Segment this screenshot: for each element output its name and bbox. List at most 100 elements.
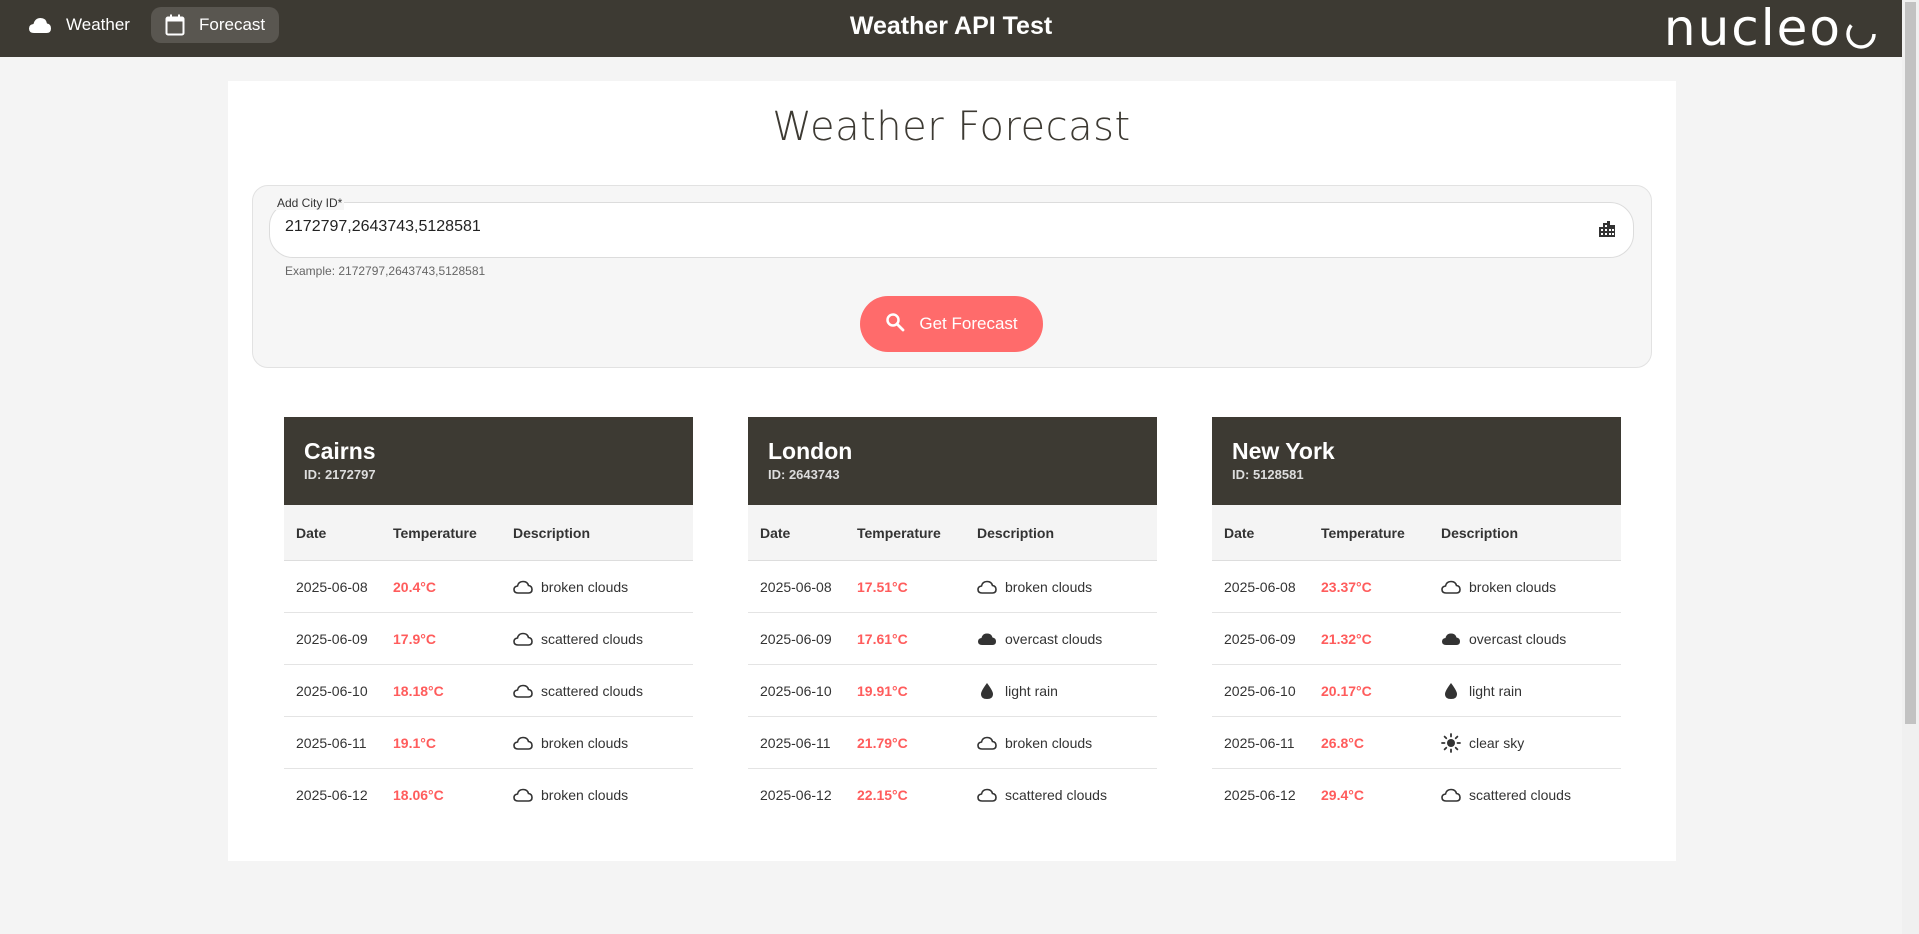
row-description: broken clouds xyxy=(513,733,693,753)
table-row: 2025-06-11 26.8°C clear sky xyxy=(1212,717,1621,769)
row-date: 2025-06-09 xyxy=(296,630,368,647)
table-row: 2025-06-11 19.1°C broken clouds xyxy=(284,717,693,769)
row-description: light rain xyxy=(1441,681,1621,701)
city-header: London ID: 2643743 xyxy=(748,417,1157,505)
row-description: scattered clouds xyxy=(977,785,1157,805)
city-name: New York xyxy=(1232,438,1335,464)
city-id-hint: Example: 2172797,2643743,5128581 xyxy=(285,264,486,278)
city-buildings-icon xyxy=(1598,220,1616,243)
header-date: Date xyxy=(1224,524,1255,541)
row-date: 2025-06-11 xyxy=(760,734,831,751)
cloud-outline-icon xyxy=(513,785,533,805)
description-text: broken clouds xyxy=(1469,578,1557,595)
row-temperature: 29.4°C xyxy=(1321,787,1364,803)
row-description: broken clouds xyxy=(513,577,693,597)
get-forecast-button[interactable]: Get Forecast xyxy=(860,296,1043,352)
city-id-label: Add City ID* xyxy=(275,196,345,210)
app-title: Weather API Test xyxy=(849,12,1053,40)
description-text: scattered clouds xyxy=(541,682,643,699)
description-text: scattered clouds xyxy=(541,630,643,647)
row-temperature: 20.4°C xyxy=(393,578,436,595)
row-temperature: 19.91°C xyxy=(857,682,908,699)
rain-drop-icon xyxy=(977,681,997,701)
cloud-outline-icon xyxy=(977,577,997,597)
row-temperature: 21.32°C xyxy=(1321,630,1372,647)
city-header: Cairns ID: 2172797 xyxy=(284,417,693,505)
header-description: Description xyxy=(513,524,591,541)
nucleo-logo[interactable]: nucleo xyxy=(1664,2,1878,54)
header-date: Date xyxy=(296,524,327,541)
table-row: 2025-06-10 19.91°C light rain xyxy=(748,665,1157,717)
cloud-outline-icon xyxy=(977,733,997,753)
description-text: broken clouds xyxy=(541,578,629,595)
rain-drop-icon xyxy=(1441,681,1461,701)
city-name: London xyxy=(768,438,853,464)
city-header: New York ID: 5128581 xyxy=(1212,417,1621,505)
table-row: 2025-06-09 21.32°C overcast clouds xyxy=(1212,613,1621,665)
search-icon xyxy=(885,312,905,337)
table-row: 2025-06-08 17.51°C broken clouds xyxy=(748,561,1157,613)
city-id-value[interactable]: 2172797,2643743,5128581 xyxy=(285,218,481,236)
row-date: 2025-06-08 xyxy=(296,578,368,595)
table-row: 2025-06-12 22.15°C scattered clouds xyxy=(748,769,1157,821)
table-row: 2025-06-12 18.06°C broken clouds xyxy=(284,769,693,821)
row-description: light rain xyxy=(977,681,1157,701)
city-id: ID: 5128581 xyxy=(1232,467,1304,482)
row-temperature: 23.37°C xyxy=(1321,578,1372,595)
description-text: overcast clouds xyxy=(1469,630,1567,647)
table-row: 2025-06-10 18.18°C scattered clouds xyxy=(284,665,693,717)
table-row: 2025-06-09 17.61°C overcast clouds xyxy=(748,613,1157,665)
row-description: broken clouds xyxy=(977,577,1157,597)
header-temperature: Temperature xyxy=(1321,524,1405,541)
row-date: 2025-06-10 xyxy=(760,682,832,699)
row-temperature: 18.06°C xyxy=(393,787,444,803)
row-date: 2025-06-12 xyxy=(296,787,368,803)
cloud-outline-icon xyxy=(1441,577,1461,597)
city-id: ID: 2643743 xyxy=(768,467,840,482)
row-description: scattered clouds xyxy=(1441,785,1621,805)
sun-icon xyxy=(1441,732,1461,753)
row-date: 2025-06-10 xyxy=(296,682,368,699)
row-temperature: 17.51°C xyxy=(857,578,908,595)
row-description: broken clouds xyxy=(513,785,693,805)
cloud-filled-icon xyxy=(977,629,997,649)
cloud-outline-icon xyxy=(977,785,997,805)
table-row: 2025-06-08 20.4°C broken clouds xyxy=(284,561,693,613)
scrollbar-thumb[interactable] xyxy=(1905,2,1916,724)
description-text: scattered clouds xyxy=(1469,787,1571,803)
description-text: light rain xyxy=(1005,682,1058,699)
logo-text: nucleo xyxy=(1663,0,1842,57)
row-temperature: 20.17°C xyxy=(1321,682,1372,699)
description-text: clear sky xyxy=(1469,734,1525,751)
table-row: 2025-06-10 20.17°C light rain xyxy=(1212,665,1621,717)
cloud-filled-icon xyxy=(1441,629,1461,649)
city-id: ID: 2172797 xyxy=(304,467,376,482)
row-temperature: 17.9°C xyxy=(393,630,436,647)
city-forecast-card: London ID: 2643743 Date Temperature Descript… xyxy=(748,417,1157,821)
table-header: Date Temperature Description xyxy=(748,505,1157,561)
table-header: Date Temperature Description xyxy=(284,505,693,561)
row-date: 2025-06-11 xyxy=(296,734,367,751)
row-description: overcast clouds xyxy=(977,629,1157,649)
description-text: broken clouds xyxy=(1005,734,1093,751)
description-text: broken clouds xyxy=(1005,578,1093,595)
description-text: scattered clouds xyxy=(1005,787,1107,803)
cloud-outline-icon xyxy=(1441,785,1461,805)
row-date: 2025-06-12 xyxy=(1224,787,1296,803)
cloud-outline-icon xyxy=(513,733,533,753)
description-text: overcast clouds xyxy=(1005,630,1103,647)
header-temperature: Temperature xyxy=(857,524,941,541)
table-header: Date Temperature Description xyxy=(1212,505,1621,561)
page-title: Weather Forecast xyxy=(772,104,1131,150)
row-date: 2025-06-09 xyxy=(1224,630,1296,647)
row-description: broken clouds xyxy=(1441,577,1621,597)
cloud-outline-icon xyxy=(513,577,533,597)
city-forecast-card: Cairns ID: 2172797 Date Temperature Descript… xyxy=(284,417,693,821)
row-date: 2025-06-11 xyxy=(1224,734,1295,751)
row-date: 2025-06-10 xyxy=(1224,682,1296,699)
row-temperature: 17.61°C xyxy=(857,630,908,647)
header-date: Date xyxy=(760,524,791,541)
vertical-scrollbar[interactable] xyxy=(1902,0,1919,934)
row-description: scattered clouds xyxy=(513,629,693,649)
row-date: 2025-06-08 xyxy=(760,578,832,595)
